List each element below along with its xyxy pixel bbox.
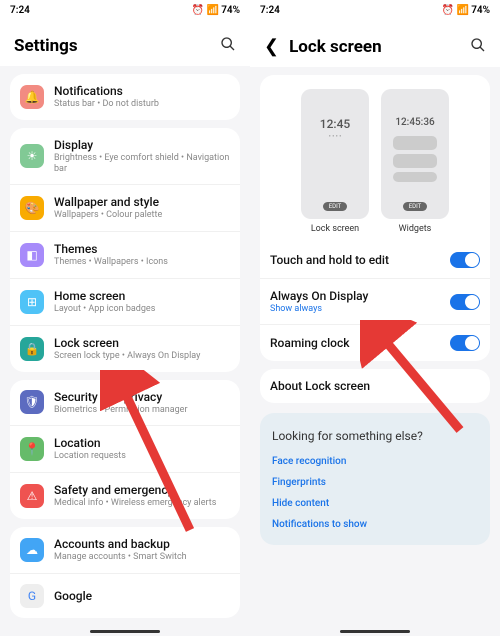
link-face[interactable]: Face recognition — [260, 451, 490, 472]
search-icon[interactable] — [470, 37, 486, 57]
edit-button[interactable]: EDIT — [403, 202, 427, 211]
notifications-icon: 🔔 — [20, 85, 44, 109]
toggle-touch-hold[interactable]: Touch and hold to edit — [260, 242, 490, 278]
accounts-icon: ☁ — [20, 538, 44, 562]
lockscreen-pane: 7:24 ⏰ 📶 74% ❮ Lock screen 12:45 • • • •… — [250, 0, 500, 636]
item-google[interactable]: G Google — [10, 573, 240, 618]
toggle-aod[interactable]: Always On DisplayShow always — [260, 278, 490, 324]
item-lockscreen[interactable]: 🔒 Lock screenScreen lock type • Always O… — [10, 325, 240, 372]
tip-title: Looking for something else? — [260, 417, 490, 451]
status-time: 7:24 — [260, 5, 280, 16]
google-icon: G — [20, 584, 44, 608]
nav-handle[interactable] — [90, 630, 160, 633]
link-hide[interactable]: Hide content — [260, 493, 490, 514]
item-safety[interactable]: ⚠ Safety and emergencyMedical info • Wir… — [10, 472, 240, 519]
link-notif[interactable]: Notifications to show — [260, 514, 490, 535]
emergency-icon: ⚠ — [20, 484, 44, 508]
page-title: Lock screen — [289, 37, 382, 57]
page-title: Settings — [14, 36, 78, 56]
switch[interactable] — [450, 335, 480, 351]
status-bar: 7:24 ⏰ 📶 74% — [0, 0, 250, 20]
back-icon[interactable]: ❮ — [264, 36, 279, 57]
wallpaper-icon: 🎨 — [20, 196, 44, 220]
item-accounts[interactable]: ☁ Accounts and backupManage accounts • S… — [10, 527, 240, 573]
home-icon: ⊞ — [20, 290, 44, 314]
about-lockscreen[interactable]: About Lock screen — [260, 369, 490, 403]
header: ❮ Lock screen — [250, 20, 500, 67]
header: Settings — [0, 20, 250, 66]
settings-pane: 7:24 ⏰ 📶 74% Settings 🔔 NotificationsSta… — [0, 0, 250, 636]
preview-lockscreen[interactable]: 12:45 • • • • EDIT Lock screen — [301, 89, 369, 234]
display-icon: ☀ — [20, 144, 44, 168]
item-security[interactable]: 🛡 Security and privacyBiometrics • Permi… — [10, 380, 240, 426]
edit-button[interactable]: EDIT — [323, 202, 347, 211]
preview-card: 12:45 • • • • EDIT Lock screen 12:45:36 … — [260, 75, 490, 361]
status-time: 7:24 — [10, 5, 30, 16]
item-wallpaper[interactable]: 🎨 Wallpaper and styleWallpapers • Colour… — [10, 184, 240, 231]
search-icon[interactable] — [220, 36, 236, 56]
nav-handle[interactable] — [340, 630, 410, 633]
switch[interactable] — [450, 294, 480, 310]
preview-widgets[interactable]: 12:45:36 EDIT Widgets — [381, 89, 449, 234]
themes-icon: ◧ — [20, 243, 44, 267]
item-themes[interactable]: ◧ ThemesThemes • Wallpapers • Icons — [10, 231, 240, 278]
status-right: ⏰ 📶 74% — [192, 5, 240, 16]
link-fingerprints[interactable]: Fingerprints — [260, 472, 490, 493]
item-notifications[interactable]: 🔔 NotificationsStatus bar • Do not distu… — [10, 74, 240, 120]
status-right: ⏰ 📶 74% — [442, 5, 490, 16]
shield-icon: 🛡 — [20, 390, 44, 414]
status-bar: 7:24 ⏰ 📶 74% — [250, 0, 500, 20]
item-location[interactable]: 📍 LocationLocation requests — [10, 425, 240, 472]
tip-card: Looking for something else? Face recogni… — [260, 413, 490, 545]
item-display[interactable]: ☀ DisplayBrightness • Eye comfort shield… — [10, 128, 240, 185]
switch[interactable] — [450, 252, 480, 268]
settings-list: 🔔 NotificationsStatus bar • Do not distu… — [0, 74, 250, 618]
location-icon: 📍 — [20, 437, 44, 461]
item-homescreen[interactable]: ⊞ Home screenLayout • App icon badges — [10, 278, 240, 325]
toggle-roaming[interactable]: Roaming clock — [260, 324, 490, 361]
lock-icon: 🔒 — [20, 337, 44, 361]
